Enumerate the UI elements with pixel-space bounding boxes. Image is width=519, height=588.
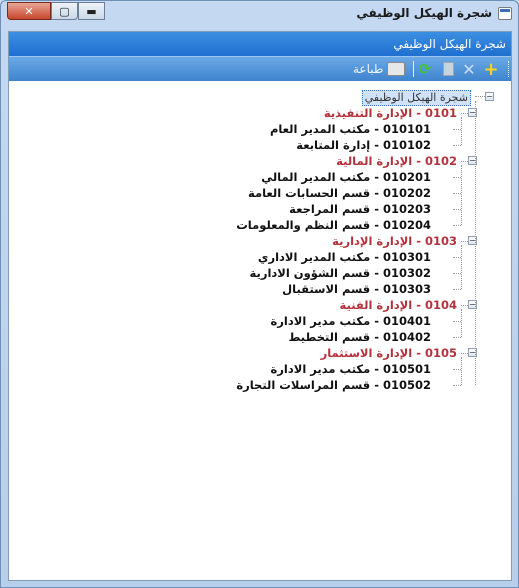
close-icon: ✕ (24, 4, 34, 18)
add-button[interactable]: + (483, 58, 499, 80)
unit-node[interactable]: 010303 - قسم الاستقبال (282, 281, 431, 297)
delete-x-icon: ✕ (462, 59, 476, 79)
tree-connector (461, 165, 462, 225)
print-button[interactable]: طباعة (353, 60, 409, 78)
copy-button[interactable] (440, 60, 456, 78)
department-node[interactable]: 0102 - الإدارة المالية (336, 153, 457, 169)
maximize-icon: ▢ (59, 4, 70, 18)
tree-connector (453, 273, 461, 274)
window-title: شجرة الهيكل الوظيفي (356, 6, 492, 20)
unit-node[interactable]: 010203 - قسم المراجعة (289, 201, 431, 217)
unit-node[interactable]: 010502 - قسم المراسلات التجارة (236, 377, 431, 393)
unit-node[interactable]: 010302 - قسم الشؤون الادارية (250, 265, 431, 281)
toolbar-grip[interactable] (505, 61, 509, 77)
tree-connector (453, 225, 461, 226)
caption-buttons: ✕ ▢ ▬ (7, 2, 105, 20)
unit-node[interactable]: 010301 - مكتب المدير الاداري (258, 249, 431, 265)
tree-connector (453, 209, 461, 210)
unit-node[interactable]: 010401 - مكتب مدير الادارة (271, 313, 431, 329)
tree-connector (453, 177, 461, 178)
copy-icon (442, 62, 454, 76)
department-node[interactable]: 0101 - الإدارة التنفيذية (324, 105, 457, 121)
refresh-icon: ⟳ (418, 60, 432, 78)
structure-tree: − شجرة الهيكل الوظيفي −0101 - الإدارة التن… (9, 81, 511, 580)
maximize-button[interactable]: ▢ (51, 2, 78, 20)
tree-connector (453, 257, 461, 258)
plus-icon: + (483, 58, 499, 80)
tree-connector (461, 241, 468, 242)
minimize-icon: ▬ (86, 4, 97, 18)
close-button[interactable]: ✕ (7, 2, 51, 20)
tree-connector (461, 117, 462, 145)
title-bar[interactable]: ✕ ▢ ▬ شجرة الهيكل الوظيفي (1, 1, 518, 27)
tree-root-node[interactable]: شجرة الهيكل الوظيفي (361, 90, 471, 106)
department-node[interactable]: 0105 - الإدارة الاستثمار (321, 345, 457, 361)
department-node[interactable]: 0104 - الإدارة الفنية (340, 297, 457, 313)
unit-node[interactable]: 010204 - قسم النظم والمعلومات (236, 217, 431, 233)
refresh-button[interactable]: ⟳ (417, 60, 433, 78)
tree-connector (453, 129, 461, 130)
tree-connector (461, 357, 462, 385)
printer-icon (387, 62, 406, 76)
tree-connector (453, 145, 461, 146)
tree-connector (475, 96, 485, 97)
unit-node[interactable]: 010202 - قسم الحسابات العامة (248, 185, 431, 201)
toolbar-separator (413, 61, 414, 77)
toolbar: + ✕ ⟳ طباعة (9, 56, 511, 81)
client-area: شجرة الهيكل الوظيفي + ✕ ⟳ طباعة − شجرة ال… (8, 31, 512, 581)
unit-node[interactable]: 010102 - إدارة المتابعة (296, 137, 431, 153)
tree-connector (461, 113, 468, 114)
delete-button[interactable]: ✕ (461, 59, 477, 79)
unit-node[interactable]: 010201 - مكتب المدير المالي (261, 169, 431, 185)
minimize-button[interactable]: ▬ (78, 2, 105, 20)
unit-node[interactable]: 010101 - مكتب المدير العام (270, 121, 431, 137)
tree-connector (475, 101, 476, 385)
unit-node[interactable]: 010501 - مكتب مدير الادارة (271, 361, 431, 377)
department-node[interactable]: 0103 - الإدارة الإدارية (332, 233, 457, 249)
tree-connector (461, 309, 462, 337)
panel-title: شجرة الهيكل الوظيفي (393, 37, 506, 51)
tree-connector (453, 369, 461, 370)
tree-connector (453, 321, 461, 322)
app-window: ✕ ▢ ▬ شجرة الهيكل الوظيفي شجرة الهيكل ال… (0, 0, 519, 588)
unit-node[interactable]: 010402 - قسم التخطيط (288, 329, 431, 345)
tree-connector (453, 289, 461, 290)
tree-connector (461, 245, 462, 289)
window-icon (498, 7, 512, 20)
tree-connector (461, 161, 468, 162)
tree-root-collapse-icon[interactable]: − (485, 92, 494, 101)
tree-connector (453, 385, 461, 386)
tree-connector (461, 353, 468, 354)
print-label: طباعة (353, 62, 384, 76)
tree-connector (461, 305, 468, 306)
tree-connector (453, 193, 461, 194)
tree-connector (453, 337, 461, 338)
panel-header: شجرة الهيكل الوظيفي (9, 32, 511, 56)
